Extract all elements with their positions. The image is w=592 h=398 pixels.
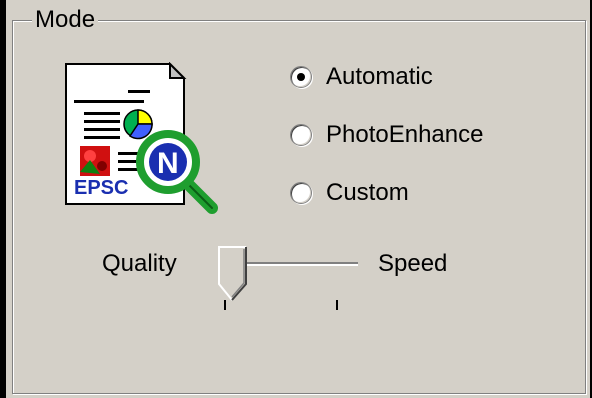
radio-custom[interactable]: Custom bbox=[290, 176, 409, 210]
magnifier-badge: N bbox=[157, 147, 179, 180]
radio-automatic[interactable]: Automatic bbox=[290, 60, 433, 94]
mode-group-title: Mode bbox=[32, 6, 99, 34]
slider-label-quality: Quality bbox=[102, 250, 177, 277]
radio-button-photoenhance[interactable] bbox=[290, 124, 312, 146]
radio-label-custom[interactable]: Custom bbox=[326, 179, 409, 207]
slider-tick-min bbox=[224, 300, 226, 310]
quality-speed-slider-track[interactable] bbox=[238, 262, 358, 266]
epson-caption: EPSC bbox=[74, 177, 128, 199]
quality-speed-slider-thumb[interactable] bbox=[218, 246, 248, 302]
radio-label-photoenhance[interactable]: PhotoEnhance bbox=[326, 121, 483, 149]
slider-label-speed: Speed bbox=[378, 250, 448, 277]
radio-label-automatic[interactable]: Automatic bbox=[326, 63, 433, 91]
epson-photo-enhance-icon: EPSC N bbox=[65, 62, 218, 214]
radio-photoenhance[interactable]: PhotoEnhance bbox=[290, 118, 483, 152]
slider-tick-max bbox=[336, 300, 338, 310]
radio-button-automatic[interactable] bbox=[290, 66, 312, 88]
mode-panel: Mode EPSC N Automatic PhotoEnhance Custo… bbox=[6, 0, 590, 398]
radio-button-custom[interactable] bbox=[290, 182, 312, 204]
